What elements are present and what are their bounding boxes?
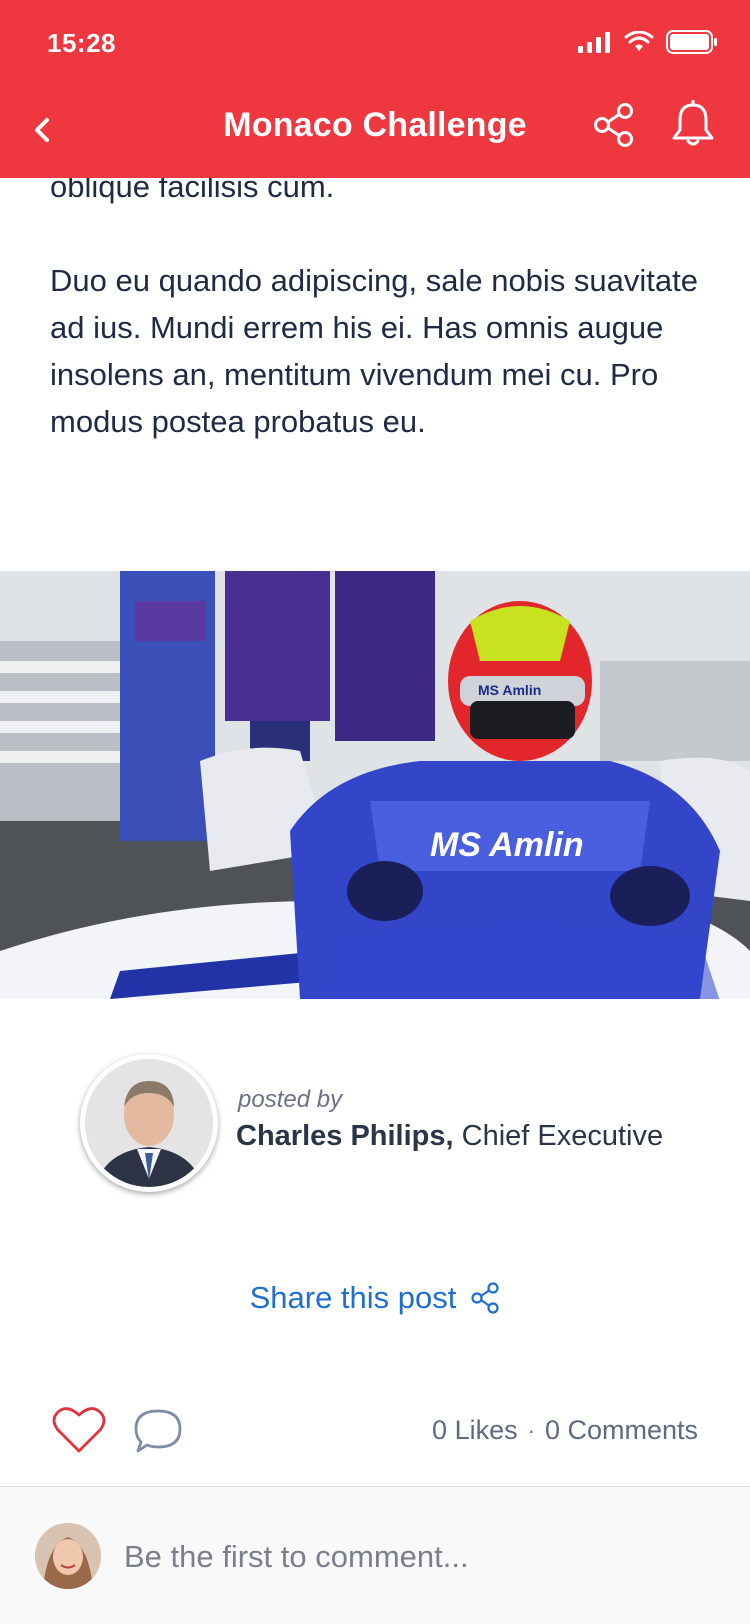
engagement-counts: 0 Likes · 0 Comments bbox=[432, 1415, 698, 1446]
current-user-avatar bbox=[35, 1523, 101, 1589]
author-name[interactable]: Charles Philips, bbox=[236, 1120, 454, 1152]
author-info: Charles Philips, Chief Executive bbox=[236, 1120, 663, 1153]
user-portrait bbox=[35, 1523, 101, 1589]
article-content: constituam ei vis, eos errore populo eu.… bbox=[0, 0, 750, 1624]
engagement-bar: 0 Likes · 0 Comments bbox=[0, 1405, 750, 1485]
signal-icon bbox=[578, 32, 610, 53]
author-card: posted by Charles Philips, Chief Executi… bbox=[80, 1054, 700, 1194]
article-photo: MS Amlin MS Amlin bbox=[0, 571, 750, 999]
like-button[interactable] bbox=[52, 1405, 106, 1459]
heart-icon bbox=[52, 1407, 106, 1453]
comment-composer bbox=[0, 1486, 750, 1624]
racing-driver-photo: MS Amlin MS Amlin bbox=[0, 571, 750, 999]
nav-bar: Monaco Challenge bbox=[0, 88, 750, 178]
share-icon bbox=[594, 103, 633, 147]
comments-count[interactable]: 0 Comments bbox=[545, 1415, 698, 1446]
likes-count[interactable]: 0 Likes bbox=[432, 1415, 518, 1446]
counts-separator: · bbox=[527, 1417, 535, 1443]
author-avatar[interactable] bbox=[80, 1054, 218, 1192]
share-post: Share this post bbox=[0, 1280, 750, 1316]
posted-by-label: posted by bbox=[238, 1086, 343, 1113]
status-time: 15:28 bbox=[47, 28, 116, 58]
comment-button[interactable] bbox=[132, 1407, 184, 1459]
status-bar: 15:28 bbox=[0, 0, 750, 88]
battery-icon bbox=[666, 30, 717, 54]
app-header: 15:28 Monaco Challenge bbox=[0, 0, 750, 178]
status-icons bbox=[578, 30, 718, 54]
comment-input[interactable] bbox=[124, 1527, 704, 1587]
author-role: Chief Executive bbox=[461, 1120, 664, 1152]
wifi-icon bbox=[624, 31, 654, 51]
article-paragraph-2: Duo eu quando adipiscing, sale nobis sua… bbox=[50, 263, 699, 439]
header-share-button[interactable] bbox=[592, 102, 636, 148]
comment-bubble-icon bbox=[134, 1409, 182, 1453]
svg-text:MS Amlin: MS Amlin bbox=[430, 826, 584, 864]
share-post-label: Share this post bbox=[249, 1280, 457, 1315]
author-portrait bbox=[85, 1059, 213, 1187]
notifications-button[interactable] bbox=[670, 99, 716, 148]
article-body: constituam ei vis, eos errore populo eu.… bbox=[50, 122, 710, 492]
svg-text:MS Amlin: MS Amlin bbox=[478, 682, 541, 698]
bell-icon bbox=[672, 99, 714, 146]
share-post-button[interactable]: Share this post bbox=[250, 1280, 501, 1316]
share-icon bbox=[471, 1282, 499, 1314]
page-title: Monaco Challenge bbox=[223, 106, 527, 144]
